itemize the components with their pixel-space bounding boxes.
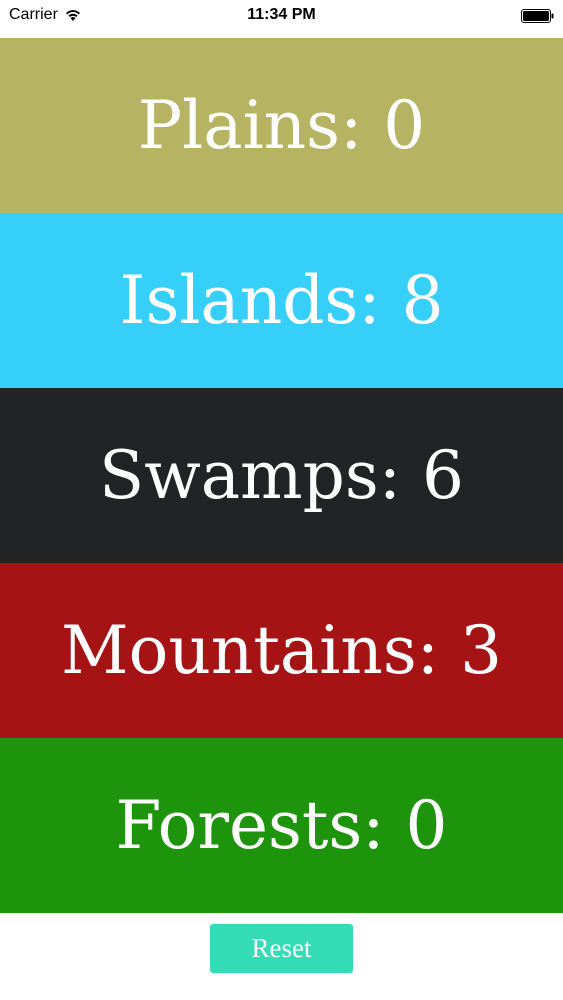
land-row-islands[interactable]: Islands: 8 xyxy=(0,213,563,388)
land-count: 8 xyxy=(401,262,444,339)
status-time: 11:34 PM xyxy=(247,6,316,23)
land-name: Plains xyxy=(137,87,341,164)
land-count: 0 xyxy=(383,87,426,164)
land-row-forests[interactable]: Forests: 0 xyxy=(0,738,563,913)
reset-button[interactable]: Reset xyxy=(210,924,353,973)
battery-icon xyxy=(521,9,554,23)
land-name: Forests xyxy=(115,787,363,864)
land-counter-list: Plains: 0 Islands: 8 Swamps: 6 Mountains… xyxy=(0,38,563,913)
land-count: 3 xyxy=(459,612,502,689)
land-count: 0 xyxy=(405,787,448,864)
land-row-plains[interactable]: Plains: 0 xyxy=(0,38,563,213)
land-name: Islands xyxy=(119,262,359,339)
land-row-swamps[interactable]: Swamps: 6 xyxy=(0,388,563,563)
land-name: Swamps xyxy=(99,437,379,514)
land-name: Mountains xyxy=(61,612,417,689)
status-bar: Carrier 11:34 PM xyxy=(0,0,563,38)
land-count: 6 xyxy=(421,437,464,514)
land-row-mountains[interactable]: Mountains: 3 xyxy=(0,563,563,738)
